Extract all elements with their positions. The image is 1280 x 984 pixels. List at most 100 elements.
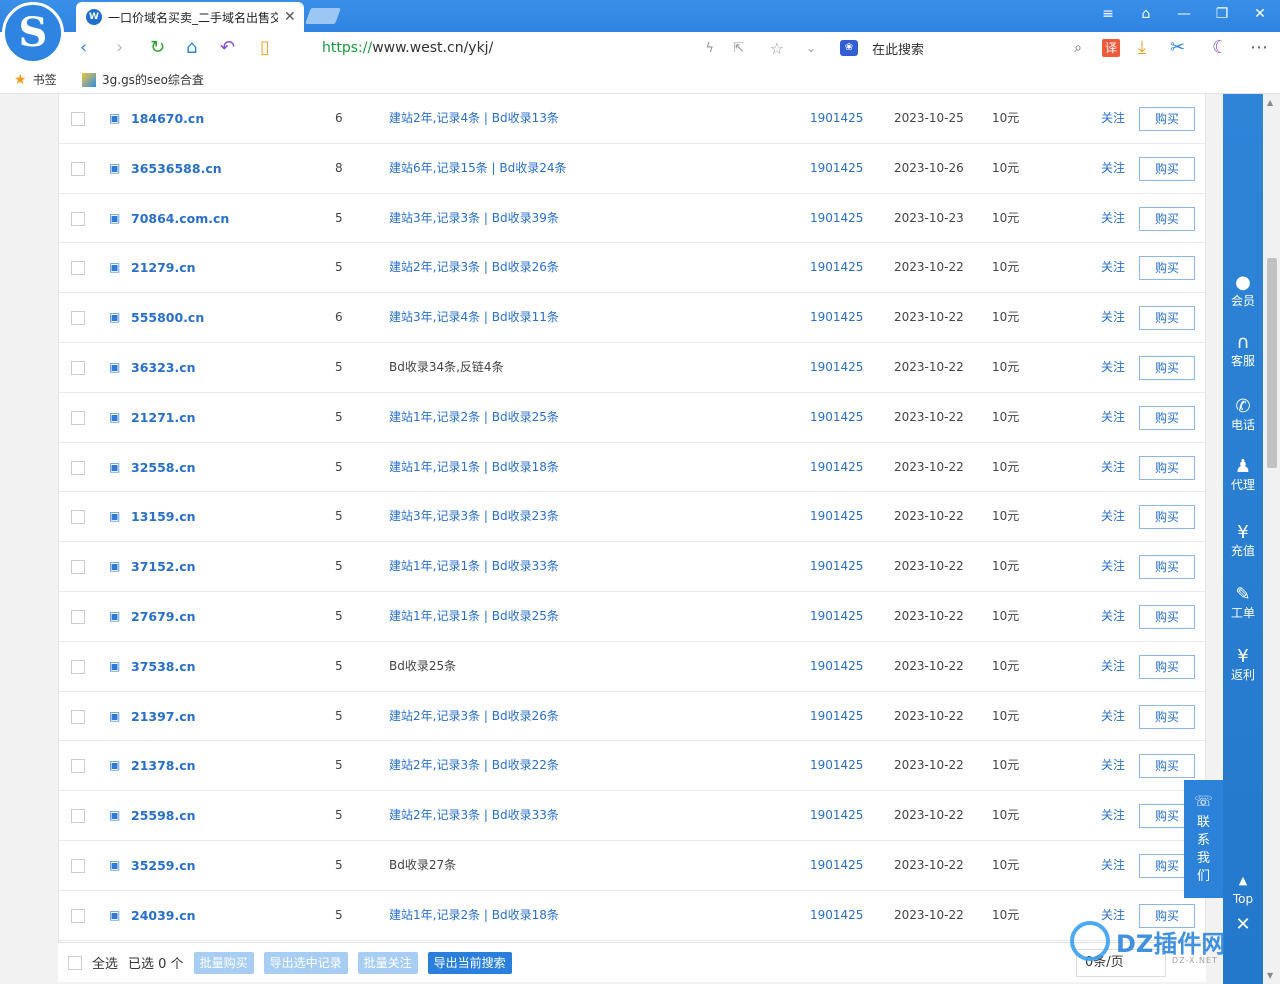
domain-history[interactable]: 建站3年,记录4条 | Bd收录11条 — [389, 293, 559, 343]
domain-link[interactable]: 13159.cn — [131, 492, 196, 542]
menu-icon[interactable]: ≡ — [1098, 6, 1118, 22]
seller-id-link[interactable]: 1901425 — [810, 642, 863, 692]
seller-id-link[interactable]: 1901425 — [810, 841, 863, 891]
seller-id-link[interactable]: 1901425 — [810, 144, 863, 194]
screenshot-icon[interactable]: ✂ — [1170, 38, 1185, 58]
domain-link[interactable]: 37152.cn — [131, 542, 196, 592]
domain-history[interactable]: 建站1年,记录1条 | Bd收录33条 — [389, 542, 559, 592]
seller-id-link[interactable]: 1901425 — [810, 592, 863, 642]
more-icon[interactable]: ⋯ — [1250, 38, 1268, 58]
undo-icon[interactable]: ↶ — [220, 38, 235, 58]
domain-history[interactable]: 建站1年,记录1条 | Bd收录25条 — [389, 592, 559, 642]
domain-link[interactable]: 25598.cn — [131, 791, 196, 841]
follow-link[interactable]: 关注 — [1101, 144, 1125, 194]
sidebar-recharge[interactable]: ¥ 充值 — [1223, 522, 1263, 558]
back-icon[interactable]: ‹ — [80, 38, 87, 58]
domain-link[interactable]: 21397.cn — [131, 692, 196, 742]
sidebar-ticket[interactable]: ✎ 工单 — [1223, 584, 1263, 620]
minimize-icon[interactable]: — — [1174, 6, 1194, 22]
follow-link[interactable]: 关注 — [1101, 343, 1125, 393]
buy-button[interactable]: 购买 — [1139, 704, 1195, 729]
domain-history[interactable]: 建站2年,记录4条 | Bd收录13条 — [389, 94, 559, 144]
home-icon[interactable]: ⌂ — [186, 38, 197, 58]
domain-link[interactable]: 32558.cn — [131, 443, 196, 493]
buy-button[interactable]: 购买 — [1139, 206, 1195, 231]
row-checkbox[interactable] — [71, 659, 85, 674]
select-all-label[interactable]: 全选 — [92, 953, 118, 972]
seller-id-link[interactable]: 1901425 — [810, 293, 863, 343]
seller-id-link[interactable]: 1901425 — [810, 891, 863, 941]
download-icon[interactable]: ⤓ — [1138, 38, 1146, 58]
row-checkbox[interactable] — [71, 161, 85, 176]
row-checkbox[interactable] — [71, 560, 85, 575]
search-icon[interactable]: ⌕ — [1074, 40, 1082, 56]
domain-link[interactable]: 70864.com.cn — [131, 194, 229, 244]
follow-link[interactable]: 关注 — [1101, 94, 1125, 144]
domain-detail-icon[interactable]: ▣ — [109, 343, 120, 393]
buy-button[interactable]: 购买 — [1139, 355, 1195, 380]
export-search-button[interactable]: 导出当前搜索 — [427, 951, 512, 974]
sidebar-phone[interactable]: ✆ 电话 — [1223, 396, 1263, 432]
sidebar-agent[interactable]: ♟ 代理 — [1223, 456, 1263, 492]
seller-id-link[interactable]: 1901425 — [810, 741, 863, 791]
contact-us-button[interactable]: ☏ 联系我们 — [1184, 780, 1223, 898]
url-text[interactable]: https://www.west.cn/ykj/ — [322, 40, 493, 56]
seller-id-link[interactable]: 1901425 — [810, 791, 863, 841]
search-box[interactable]: ❀ 在此搜索 ⌕ — [836, 34, 1090, 62]
select-all-checkbox[interactable] — [68, 955, 82, 970]
row-checkbox[interactable] — [71, 908, 85, 923]
share-icon[interactable]: ⇱ — [733, 41, 744, 56]
domain-link[interactable]: 37538.cn — [131, 642, 196, 692]
scrollbar-thumb[interactable] — [1267, 258, 1277, 468]
back-to-top-button[interactable]: ▲ Top — [1223, 870, 1263, 906]
batch-buy-button[interactable]: 批量购买 — [193, 951, 254, 974]
refresh-icon[interactable]: ↻ — [150, 38, 165, 58]
follow-link[interactable]: 关注 — [1101, 542, 1125, 592]
page-scrollbar[interactable]: ▲ ▼ — [1264, 94, 1280, 984]
domain-detail-icon[interactable]: ▣ — [109, 692, 120, 742]
sidebar-rebate[interactable]: ¥ 返利 — [1223, 646, 1263, 682]
follow-link[interactable]: 关注 — [1101, 492, 1125, 542]
buy-button[interactable]: 购买 — [1139, 754, 1195, 779]
domain-history[interactable]: 建站2年,记录3条 | Bd收录33条 — [389, 791, 559, 841]
domain-detail-icon[interactable]: ▣ — [109, 891, 120, 941]
domain-history[interactable]: 建站2年,记录3条 | Bd收录22条 — [389, 741, 559, 791]
row-checkbox[interactable] — [71, 410, 85, 425]
seller-id-link[interactable]: 1901425 — [810, 393, 863, 443]
row-checkbox[interactable] — [71, 759, 85, 774]
new-tab-button[interactable] — [305, 8, 341, 24]
seller-id-link[interactable]: 1901425 — [810, 343, 863, 393]
domain-detail-icon[interactable]: ▣ — [109, 841, 120, 891]
row-checkbox[interactable] — [71, 510, 85, 525]
domain-link[interactable]: 35259.cn — [131, 841, 196, 891]
active-tab[interactable]: W 一口价域名买卖_二手域名出售交 ✕ — [76, 2, 304, 32]
follow-link[interactable]: 关注 — [1101, 692, 1125, 742]
buy-button[interactable]: 购买 — [1139, 107, 1195, 131]
domain-link[interactable]: 184670.cn — [131, 94, 204, 144]
domain-detail-icon[interactable]: ▣ — [109, 94, 120, 144]
domain-detail-icon[interactable]: ▣ — [109, 492, 120, 542]
row-checkbox[interactable] — [71, 809, 85, 824]
domain-link[interactable]: 21271.cn — [131, 393, 196, 443]
domain-history[interactable]: 建站2年,记录3条 | Bd收录26条 — [389, 243, 559, 293]
domain-link[interactable]: 27679.cn — [131, 592, 196, 642]
follow-link[interactable]: 关注 — [1101, 791, 1125, 841]
buy-button[interactable]: 购买 — [1139, 654, 1195, 679]
forward-icon[interactable]: › — [116, 38, 123, 58]
domain-detail-icon[interactable]: ▣ — [109, 393, 120, 443]
row-checkbox[interactable] — [71, 858, 85, 873]
domain-link[interactable]: 24039.cn — [131, 891, 196, 941]
seller-id-link[interactable]: 1901425 — [810, 443, 863, 493]
domain-link[interactable]: 21279.cn — [131, 243, 196, 293]
buy-button[interactable]: 购买 — [1139, 505, 1195, 530]
domain-detail-icon[interactable]: ▣ — [109, 642, 120, 692]
seller-id-link[interactable]: 1901425 — [810, 194, 863, 244]
follow-link[interactable]: 关注 — [1101, 741, 1125, 791]
row-checkbox[interactable] — [71, 261, 85, 276]
domain-detail-icon[interactable]: ▣ — [109, 741, 120, 791]
buy-button[interactable]: 购买 — [1139, 256, 1195, 281]
domain-history[interactable]: 建站3年,记录3条 | Bd收录23条 — [389, 492, 559, 542]
domain-detail-icon[interactable]: ▣ — [109, 791, 120, 841]
maximize-icon[interactable]: ❐ — [1212, 6, 1232, 22]
translate-icon[interactable]: 译 — [1102, 39, 1120, 57]
